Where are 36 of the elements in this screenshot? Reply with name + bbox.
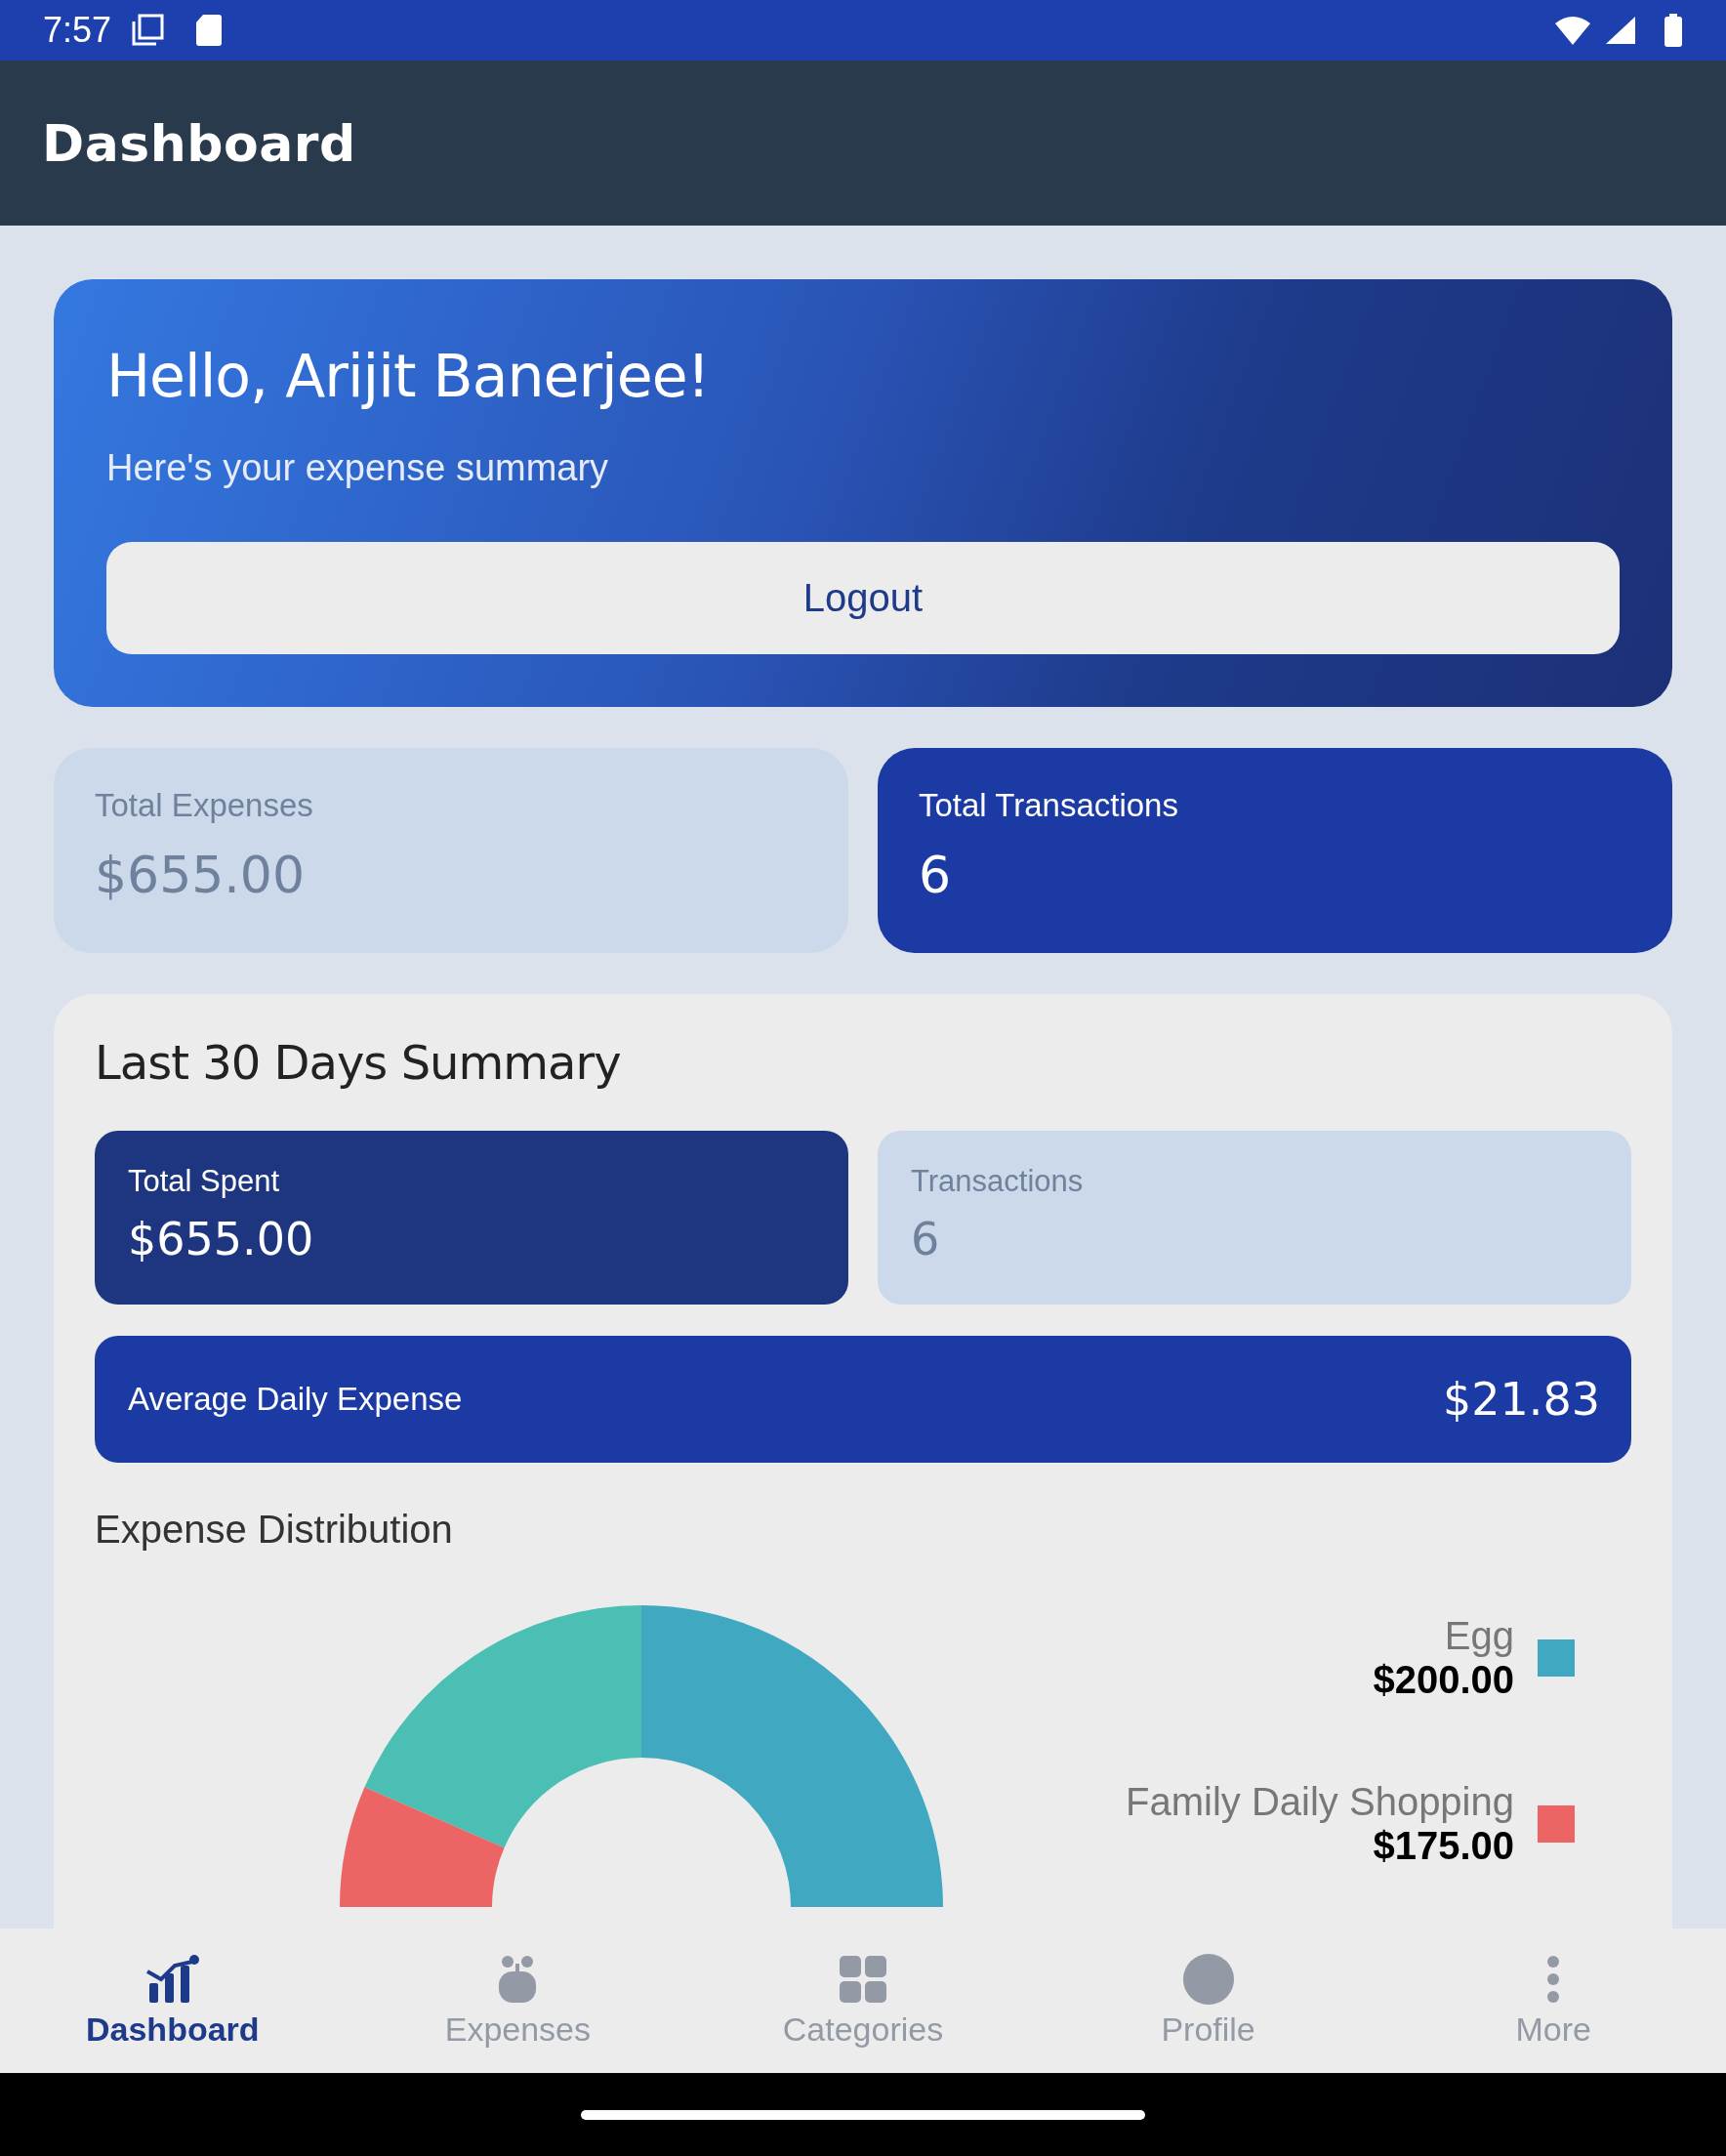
grid-icon (838, 1953, 888, 2005)
window-icon (131, 14, 165, 47)
stat-value: $655.00 (95, 846, 307, 904)
nav-tab[interactable]: Dashboard (0, 1928, 346, 2073)
average-value: $21.83 (1443, 1373, 1600, 1426)
wifi-icon (1554, 16, 1591, 45)
nav-tab[interactable]: More (1380, 1928, 1726, 2073)
stat-label: Total Spent (128, 1164, 281, 1199)
stat-label: Total Expenses (95, 787, 314, 824)
nav-tab[interactable]: Expenses (345, 1928, 691, 2073)
summary-title: Last 30 Days Summary (95, 1035, 622, 1090)
stat-value: 6 (911, 1213, 941, 1265)
legend-label: Family Daily Shopping (1126, 1780, 1514, 1824)
stat-value: $655.00 (128, 1213, 315, 1265)
gesture-handle[interactable] (581, 2109, 1145, 2120)
legend-amount: $200.00 (1373, 1658, 1514, 1702)
stat-value: 6 (919, 846, 953, 904)
more-icon (1546, 1953, 1561, 2005)
status-time: 7:57 (43, 10, 112, 51)
battery-icon (1664, 14, 1683, 47)
nav-tab[interactable]: Categories (690, 1928, 1036, 2073)
stat-label: Total Transactions (919, 787, 1179, 824)
average-label: Average Daily Expense (128, 1381, 463, 1418)
app-bar-title: Dashboard (42, 113, 356, 173)
sd-card-icon (195, 14, 224, 47)
nav-tab[interactable]: Profile (1035, 1928, 1381, 2073)
legend-label: Egg (1444, 1614, 1514, 1658)
chart-icon (144, 1953, 200, 2005)
distribution-title: Expense Distribution (95, 1508, 454, 1552)
greeting-text: Hello, Arijit Banerjee! (106, 342, 711, 410)
signal-icon (1605, 16, 1636, 45)
stat-label: Transactions (911, 1164, 1085, 1199)
legend-amount: $175.00 (1373, 1824, 1514, 1868)
greeting-subtitle: Here's your expense summary (106, 447, 610, 489)
logout-button[interactable]: Logout (106, 542, 1620, 654)
profile-icon (1181, 1953, 1235, 2005)
